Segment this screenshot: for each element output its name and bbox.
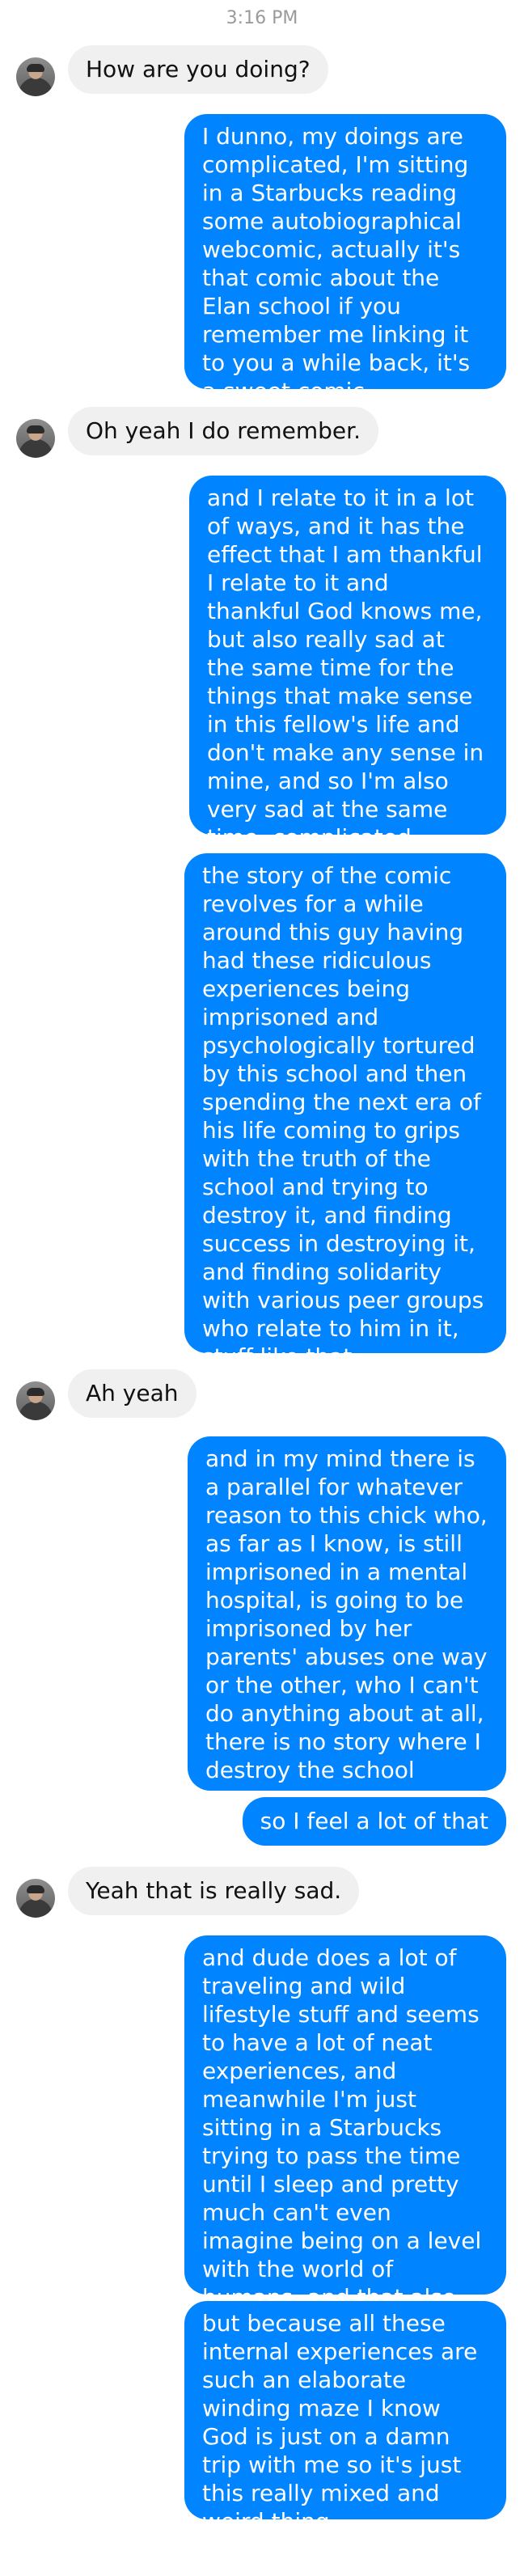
outgoing-message[interactable]: and I relate to it in a lot of ways, and… <box>189 476 506 879</box>
contact-avatar-icon[interactable] <box>16 419 55 458</box>
contact-avatar-icon[interactable] <box>16 57 55 96</box>
outgoing-message[interactable]: so I feel a lot of that <box>242 1797 506 1846</box>
incoming-message[interactable]: Yeah that is really sad. <box>68 1867 360 1915</box>
outgoing-message[interactable]: and dude does a lot of traveling and wil… <box>184 1935 506 2339</box>
incoming-message[interactable]: How are you doing? <box>68 45 328 94</box>
incoming-message[interactable]: Oh yeah I do remember. <box>68 407 378 455</box>
contact-avatar-icon[interactable] <box>16 1879 55 1918</box>
outgoing-message[interactable]: the story of the comic revolves for a wh… <box>184 853 506 1370</box>
incoming-message[interactable]: Ah yeah <box>68 1369 196 1418</box>
outgoing-message[interactable]: I dunno, my doings are complicated, I'm … <box>184 114 506 404</box>
contact-avatar-icon[interactable] <box>16 1381 55 1420</box>
timestamp: 3:16 PM <box>226 8 298 28</box>
outgoing-message[interactable]: but because all these internal experienc… <box>184 2301 506 2535</box>
outgoing-message[interactable]: and in my mind there is a parallel for w… <box>188 1436 506 1791</box>
